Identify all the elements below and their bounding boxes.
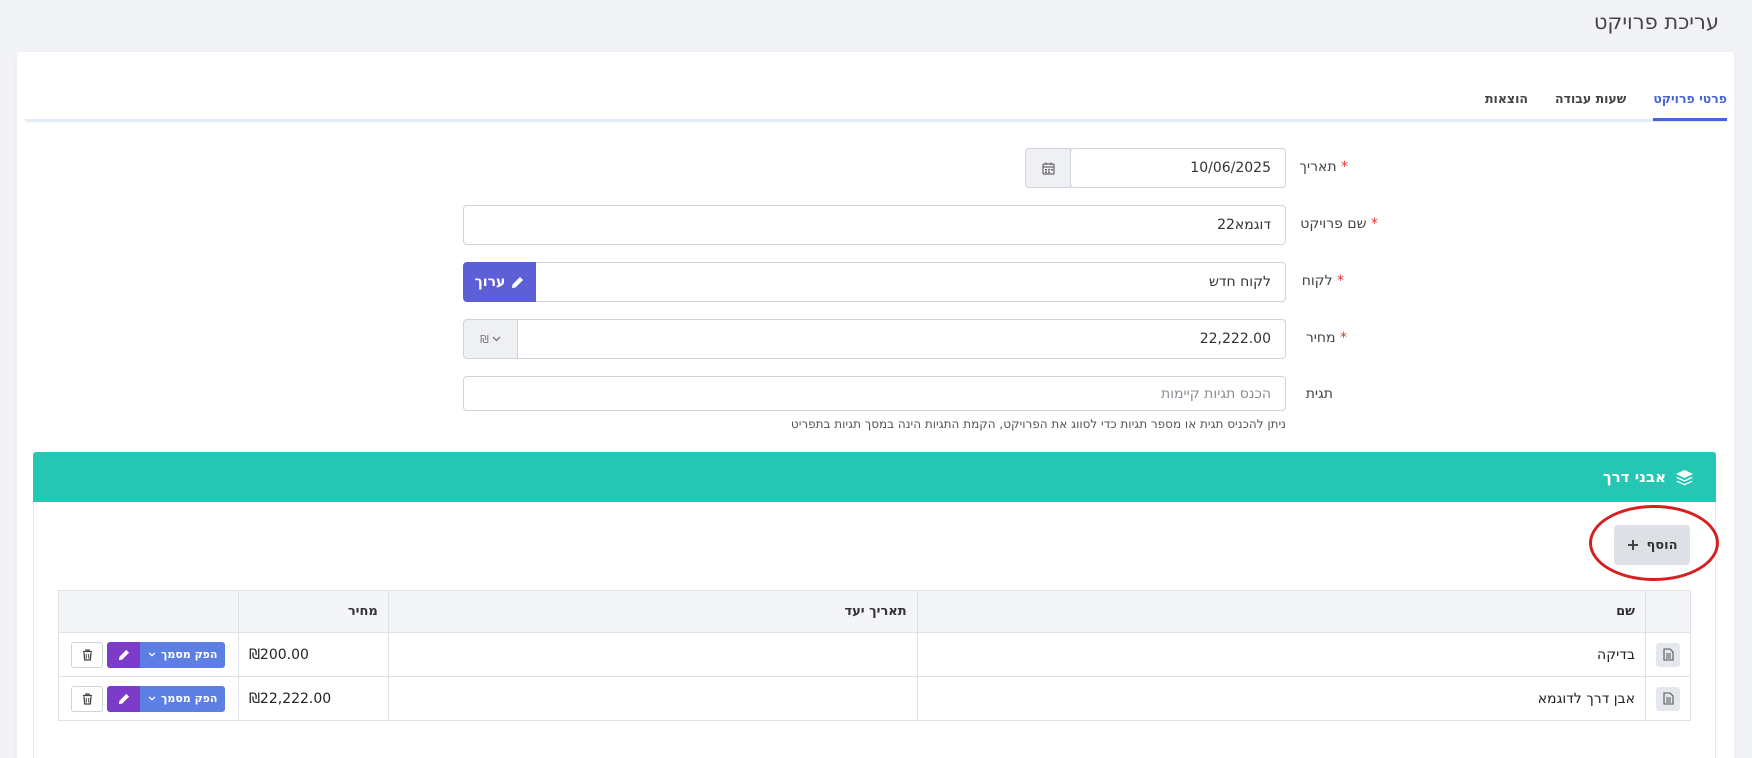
client-label: לקוח *: [1301, 273, 1344, 289]
tag-input[interactable]: הכנס תגיות קיימות: [463, 376, 1286, 411]
row-actions: הפק מסמך: [58, 676, 239, 721]
tab-project-details[interactable]: פרטי פרויקט: [1653, 70, 1727, 121]
project-name-label: שם פרויקט *: [1300, 216, 1378, 232]
chevron-down-icon: [148, 652, 156, 657]
layers-icon: [1676, 469, 1693, 485]
highlight-annotation: [1589, 505, 1719, 581]
col-due-date-header: תאריך יעד: [387, 590, 918, 633]
generate-document-label: הפק מסמך: [161, 648, 218, 661]
currency-select[interactable]: ₪: [463, 319, 518, 359]
row-doc-cell: [1645, 632, 1691, 677]
generate-document-button[interactable]: הפק מסמך: [140, 641, 226, 668]
delete-button[interactable]: [71, 641, 103, 668]
col-icon-header: [1645, 590, 1691, 633]
col-actions-header: [58, 590, 239, 633]
edit-milestone-button[interactable]: [107, 685, 140, 712]
row-price: ₪22,222.00: [237, 676, 389, 721]
tab-work-hours[interactable]: שעות עבודה: [1555, 70, 1626, 118]
generate-document-button[interactable]: הפק מסמך: [140, 685, 226, 712]
row-actions: הפק מסמך: [58, 632, 239, 677]
table-row: בדיקה ₪200.00 הפק מסמך: [58, 632, 1691, 677]
generate-document-label: הפק מסמך: [161, 692, 218, 705]
table-row: אבן דרך לדוגמא ₪22,222.00 הפק מסמך: [58, 676, 1691, 721]
row-name: בדיקה: [916, 632, 1647, 677]
trash-icon: [82, 648, 92, 661]
calendar-icon: [1041, 162, 1055, 175]
pencil-icon: [512, 276, 524, 288]
document-icon[interactable]: [1656, 642, 1680, 667]
pencil-icon: [118, 693, 129, 704]
tab-expenses[interactable]: הוצאות: [1485, 70, 1528, 118]
tab-bar: פרטי פרויקט שעות עבודה הוצאות: [25, 70, 1727, 122]
milestones-header: אבני דרך: [33, 452, 1716, 502]
currency-symbol: ₪: [480, 332, 489, 346]
row-name: אבן דרך לדוגמא: [916, 676, 1647, 721]
date-label: תאריך *: [1299, 159, 1348, 175]
date-input[interactable]: 10/06/2025: [1070, 148, 1286, 188]
client-input[interactable]: לקוח חדש: [535, 262, 1286, 302]
row-due-date: [387, 632, 918, 677]
milestones-title: אבני דרך: [1602, 468, 1666, 486]
project-name-input[interactable]: דוגמא22: [463, 205, 1286, 245]
pencil-icon: [118, 649, 129, 660]
delete-button[interactable]: [71, 685, 103, 712]
price-input[interactable]: 22,222.00: [517, 319, 1286, 359]
chevron-down-icon: [492, 336, 501, 342]
calendar-button[interactable]: [1025, 148, 1071, 188]
col-name-header: שם: [916, 590, 1647, 633]
edit-client-button[interactable]: ערוך: [463, 262, 536, 302]
trash-icon: [82, 692, 92, 705]
document-icon[interactable]: [1656, 686, 1680, 711]
row-due-date: [387, 676, 918, 721]
row-price: ₪200.00: [237, 632, 389, 677]
edit-milestone-button[interactable]: [107, 641, 140, 668]
chevron-down-icon: [148, 696, 156, 701]
tag-helper-text: ניתן להכניס תגית או מספר תגיות כדי לסווג…: [790, 417, 1286, 431]
price-label: מחיר *: [1305, 330, 1347, 346]
tag-label: תגית: [1305, 386, 1333, 402]
row-doc-cell: [1645, 676, 1691, 721]
edit-client-label: ערוך: [474, 274, 506, 290]
col-price-header: מחיר: [237, 590, 389, 633]
milestones-table: שם תאריך יעד מחיר בדיקה ₪200.00 הפק מסמך…: [58, 590, 1691, 721]
page-title: עריכת פרויקט: [1593, 10, 1719, 34]
